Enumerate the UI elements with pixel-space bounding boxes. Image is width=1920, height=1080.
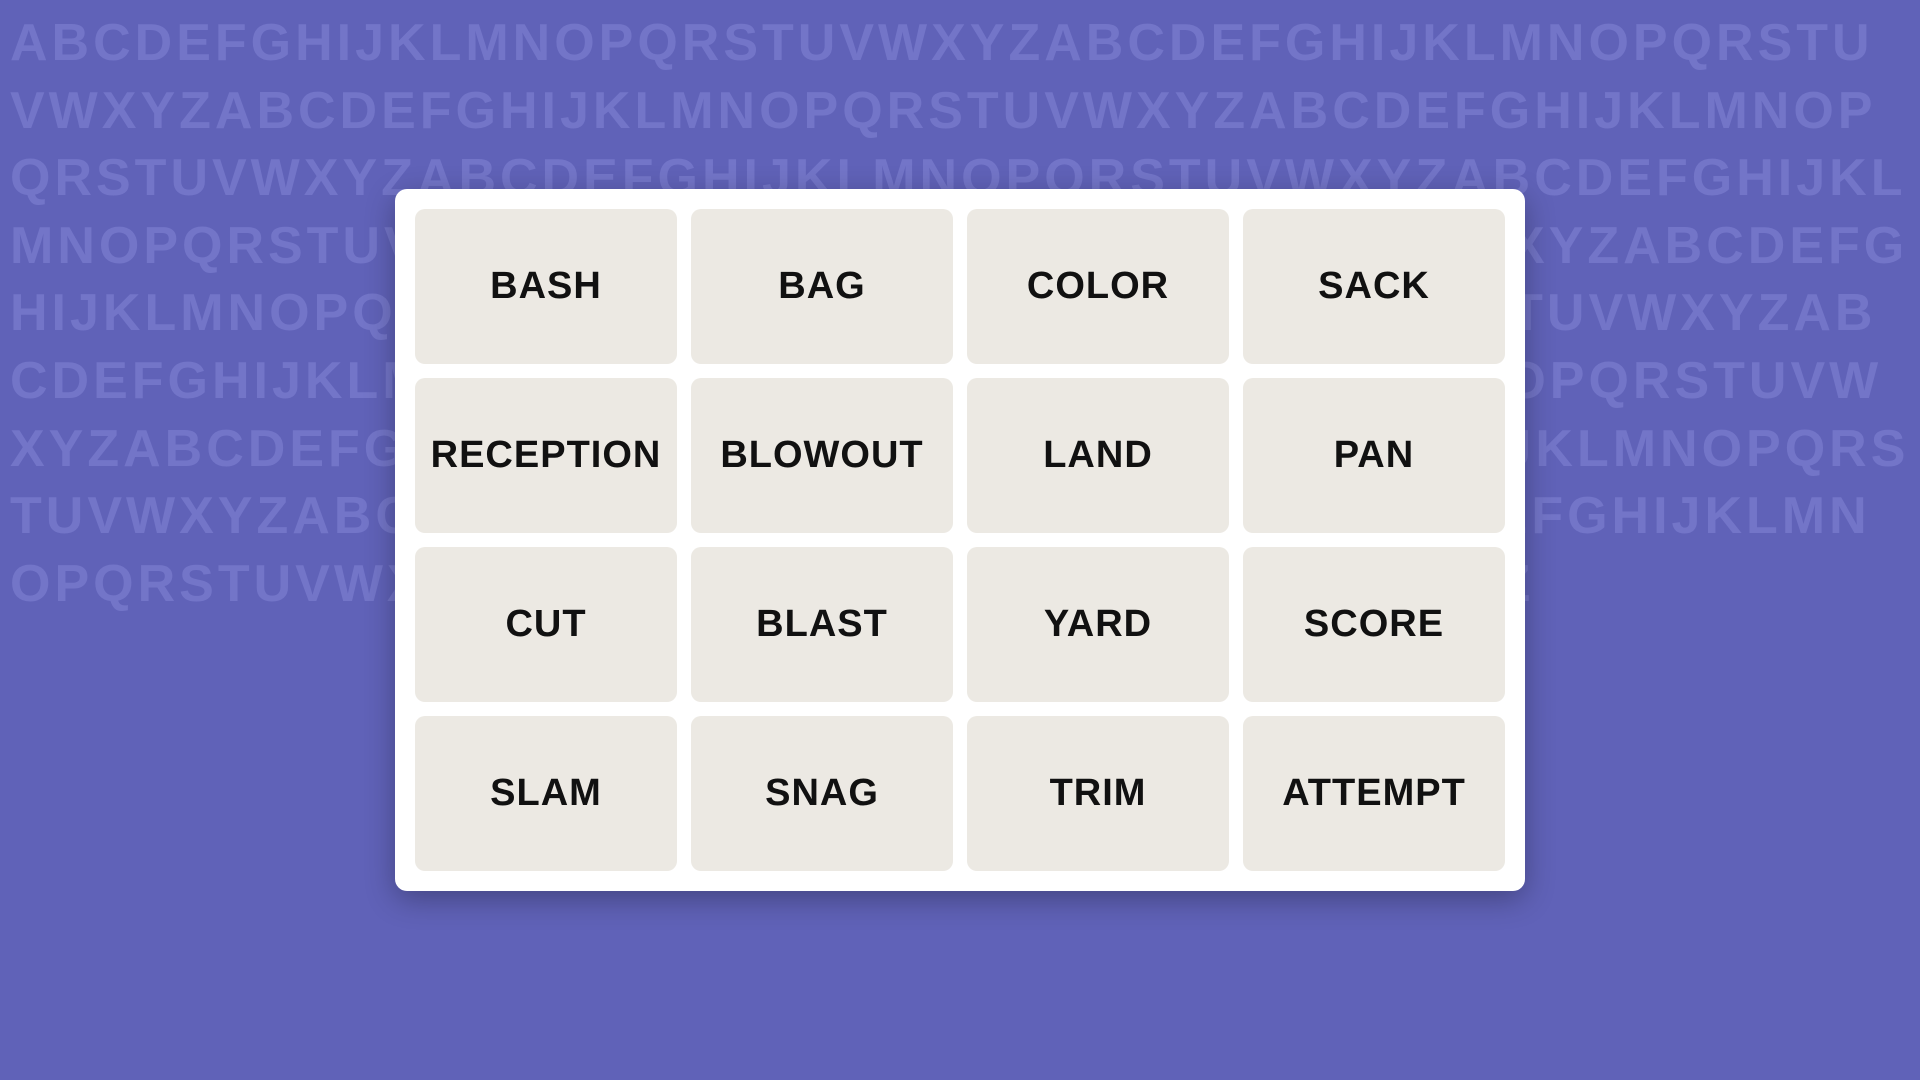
word-label-sack: SACK xyxy=(1318,265,1430,308)
word-cell-yard[interactable]: YARD xyxy=(967,547,1229,702)
word-cell-color[interactable]: COLOR xyxy=(967,209,1229,364)
word-cell-sack[interactable]: SACK xyxy=(1243,209,1505,364)
word-label-pan: PAN xyxy=(1334,434,1414,477)
word-cell-cut[interactable]: CUT xyxy=(415,547,677,702)
word-cell-blast[interactable]: BLAST xyxy=(691,547,953,702)
word-cell-pan[interactable]: PAN xyxy=(1243,378,1505,533)
word-cell-blowout[interactable]: BLOWOUT xyxy=(691,378,953,533)
word-cell-slam[interactable]: SLAM xyxy=(415,716,677,871)
word-cell-reception[interactable]: RECEPTION xyxy=(415,378,677,533)
word-label-color: COLOR xyxy=(1027,265,1169,308)
word-label-score: SCORE xyxy=(1304,603,1444,646)
word-label-blast: BLAST xyxy=(756,603,888,646)
word-cell-trim[interactable]: TRIM xyxy=(967,716,1229,871)
word-cell-score[interactable]: SCORE xyxy=(1243,547,1505,702)
word-label-reception: RECEPTION xyxy=(431,434,662,477)
word-label-trim: TRIM xyxy=(1050,772,1147,815)
word-label-cut: CUT xyxy=(505,603,586,646)
word-grid: BASH BAG COLOR SACK RECEPTION BLOWOUT LAND PAN C… xyxy=(415,209,1505,871)
word-label-land: LAND xyxy=(1043,434,1153,477)
word-label-bag: BAG xyxy=(778,265,865,308)
word-label-blowout: BLOWOUT xyxy=(720,434,923,477)
word-label-yard: YARD xyxy=(1044,603,1152,646)
word-cell-land[interactable]: LAND xyxy=(967,378,1229,533)
word-cell-snag[interactable]: SNAG xyxy=(691,716,953,871)
word-label-snag: SNAG xyxy=(765,772,879,815)
word-cell-bash[interactable]: BASH xyxy=(415,209,677,364)
word-cell-bag[interactable]: BAG xyxy=(691,209,953,364)
word-cell-attempt[interactable]: ATTEMPT xyxy=(1243,716,1505,871)
word-label-attempt: ATTEMPT xyxy=(1282,772,1466,815)
word-label-slam: SLAM xyxy=(490,772,602,815)
word-grid-card: BASH BAG COLOR SACK RECEPTION BLOWOUT LAND PAN C… xyxy=(395,189,1525,891)
word-label-bash: BASH xyxy=(490,265,602,308)
